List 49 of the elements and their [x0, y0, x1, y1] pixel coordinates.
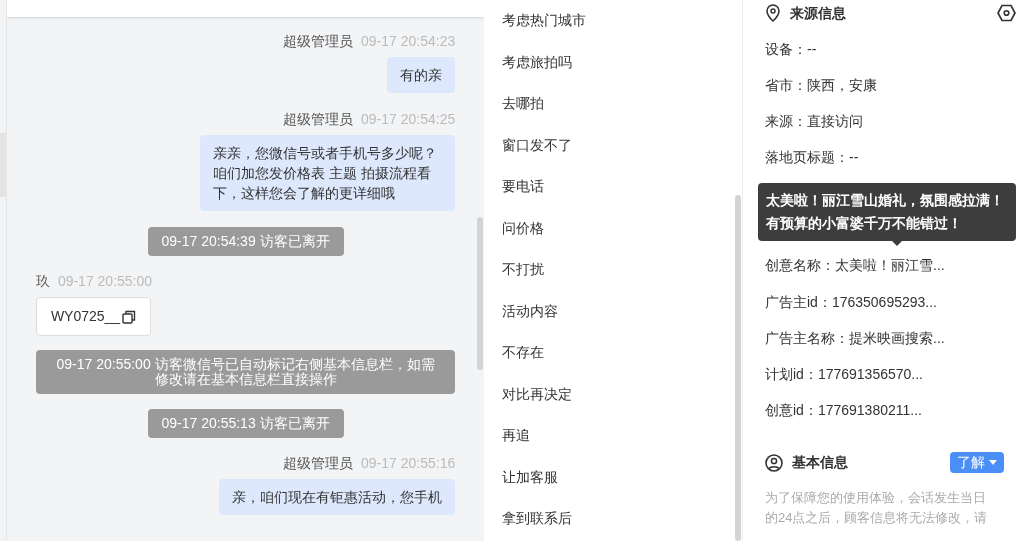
- quick-reply-item[interactable]: 窗口发不了: [502, 124, 573, 166]
- info-note: 为了保障您的使用体验，会话发生当日的24点之后，顾客信息将无法修改，请: [765, 488, 989, 527]
- location-pin-icon: [765, 4, 781, 22]
- quick-reply-item[interactable]: 不打扰: [502, 249, 545, 291]
- user-circle-icon: [765, 453, 783, 472]
- copy-icon[interactable]: [122, 309, 137, 324]
- sender-name: 超级管理员: [283, 110, 353, 129]
- message-time: 09-17 20:55:16: [361, 454, 456, 473]
- info-row-text: 来源：直接访问: [765, 111, 863, 131]
- info-row-text: 创意名称：太美啦！丽江雪...: [765, 256, 945, 276]
- quick-reply-item[interactable]: 要电话: [502, 166, 545, 208]
- quick-reply-item[interactable]: 让加客服: [502, 456, 559, 498]
- message-text: WY0725__: [50, 307, 121, 326]
- caret-icon: [989, 460, 997, 466]
- tooltip-arrow: [892, 240, 902, 246]
- scrollbar[interactable]: [477, 217, 484, 370]
- section-title: 基本信息: [792, 453, 848, 473]
- info-row-text: 广告主id：176350695293...: [765, 292, 937, 312]
- sender-name: 玖: [35, 272, 50, 291]
- section-title: 来源信息: [790, 3, 846, 23]
- quick-reply-item[interactable]: 问价格: [502, 207, 545, 249]
- message-bubble: 亲，咱们现在有钜惠活动，您手机: [219, 479, 456, 515]
- quick-reply-item[interactable]: 对比再决定: [502, 373, 573, 415]
- quick-reply-item[interactable]: 活动内容: [502, 290, 559, 332]
- info-row-text: 省市：陕西，安康: [765, 75, 877, 95]
- message-bubble: 有的亲: [387, 57, 456, 93]
- tooltip: 太美啦！丽江雪山婚礼，氛围感拉满！有预算的小富婆千万不能错过！: [758, 182, 1016, 241]
- info-row-text: 广告主名称：提米映画搜索...: [765, 328, 945, 348]
- sender-name: 超级管理员: [283, 454, 353, 473]
- info-row-text: 计划id：177691356570...: [765, 364, 923, 384]
- message-time: 09-17 20:54:25: [361, 110, 456, 129]
- quick-reply-item[interactable]: 再追: [502, 415, 531, 457]
- message-bubble: 亲亲，您微信号或者手机号多少呢？咱们加您发价格表 主题 拍摄流程看下，这样您会了解的更详细哦: [200, 135, 456, 211]
- quick-reply-item[interactable]: 拿到联系后: [502, 498, 573, 540]
- system-notice: 09-17 20:55:13 访客已离开: [147, 409, 344, 438]
- message-time: 09-17 20:55:00: [57, 272, 153, 291]
- system-notice: 09-17 20:54:39 访客已离开: [147, 227, 344, 256]
- info-row-text: 设备：--: [765, 39, 817, 59]
- info-row-text: 创意id：177691380211...: [765, 401, 922, 421]
- quick-reply-item[interactable]: 考虑旅拍吗: [502, 41, 573, 83]
- quick-reply-item[interactable]: 去哪拍: [502, 83, 545, 125]
- info-row-text: 落地页标题：--: [765, 148, 859, 168]
- quick-reply-item[interactable]: 考虑热门城市: [502, 0, 587, 42]
- quick-reply-item[interactable]: 不存在: [502, 332, 545, 374]
- hexagon-settings-icon[interactable]: [997, 4, 1016, 22]
- scrollbar[interactable]: [735, 195, 741, 541]
- message-time: 09-17 20:54:23: [361, 32, 456, 51]
- system-notice: 09-17 20:55:00 访客微信号已自动标记右侧基本信息栏，如需修改请在基本信息栏直接操作: [35, 350, 456, 394]
- sender-name: 超级管理员: [283, 32, 353, 51]
